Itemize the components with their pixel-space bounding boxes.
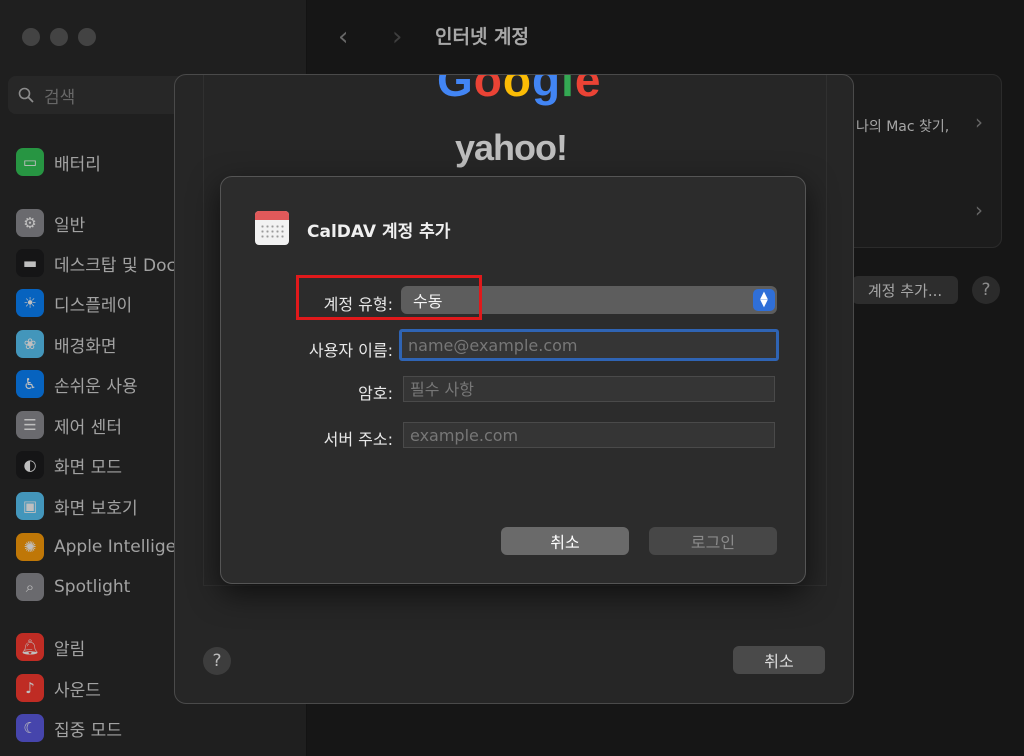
caldav-dialog: CalDAV 계정 추가 계정 유형: 수동 ▲▼ 사용자 이름: 암호: 서버… [220,176,806,584]
yahoo-logo[interactable]: yahoo! [455,127,568,169]
username-label: 사용자 이름: [308,341,393,360]
dialog-title: CalDAV 계정 추가 [307,222,451,242]
server-input[interactable] [408,424,774,446]
annotation-highlight-box [296,275,482,320]
sheet-help-button[interactable]: ? [203,647,231,675]
server-label: 서버 주소: [323,430,393,449]
server-field[interactable] [403,422,775,448]
password-input[interactable] [408,378,774,400]
google-logo[interactable]: Google [437,75,601,107]
calendar-icon [255,211,289,245]
login-button[interactable]: 로그인 [649,527,777,555]
sheet-cancel-button[interactable]: 취소 [733,646,825,674]
password-label: 암호: [358,384,393,403]
username-input[interactable] [406,334,776,356]
cancel-button[interactable]: 취소 [501,527,629,555]
username-field[interactable] [399,329,779,361]
password-field[interactable] [403,376,775,402]
up-down-chevron-icon: ▲ ▼ [753,289,775,311]
